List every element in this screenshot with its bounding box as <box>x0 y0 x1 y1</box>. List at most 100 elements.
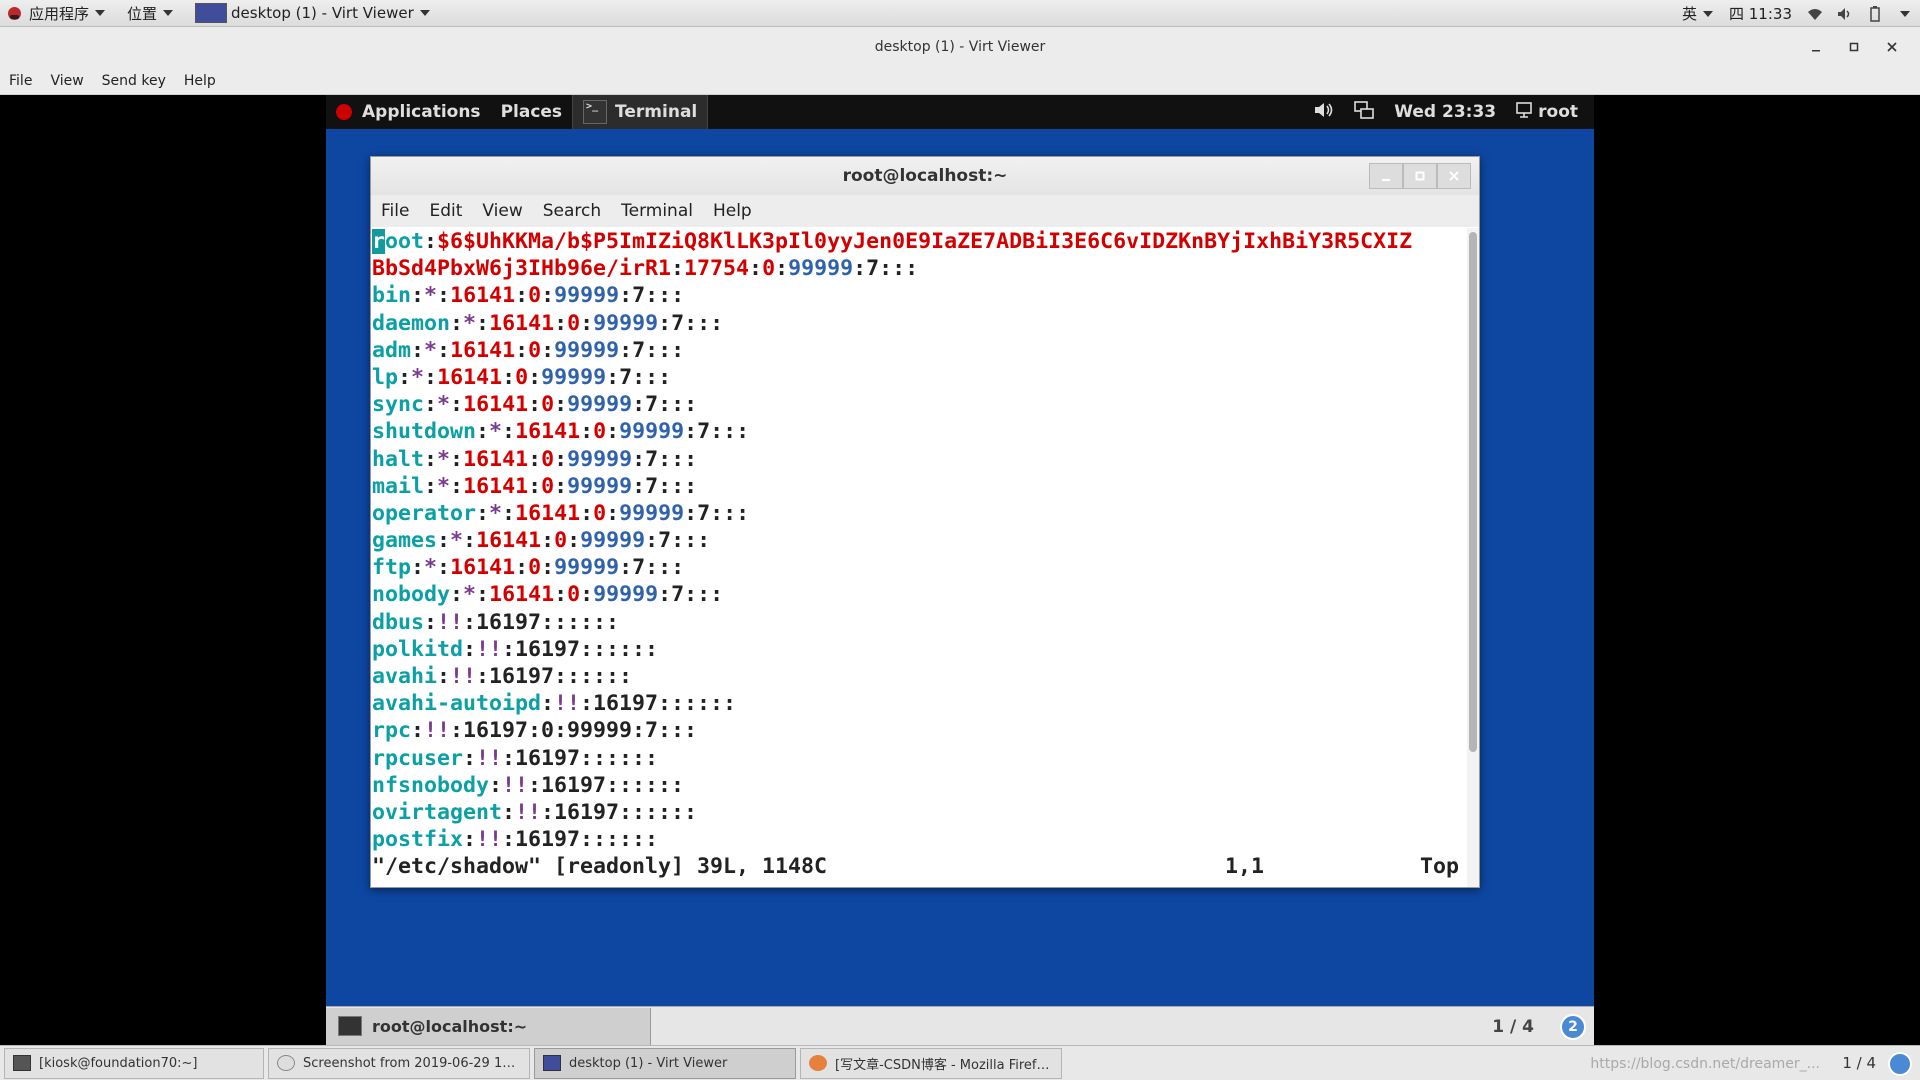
terminal-titlebar[interactable]: root@localhost:~ <box>371 157 1479 195</box>
host-taskbar: [kiosk@foundation70:~] Screenshot from 2… <box>0 1045 1920 1080</box>
shadow-lastchg: 16141 <box>450 555 516 581</box>
shadow-line: dbus:!!:16197:::::: <box>372 609 620 635</box>
shadow-password-field: !! <box>554 691 581 717</box>
shadow-password-field: * <box>437 392 451 418</box>
vv-menu-send-key[interactable]: Send key <box>93 73 175 89</box>
vim-file-info: "/etc/shadow" [readonly] 39L, 1148C <box>372 854 828 880</box>
guest-clock[interactable]: Wed 23:33 <box>1384 95 1506 129</box>
user-icon[interactable] <box>1516 102 1534 122</box>
shadow-username: lp <box>372 364 399 390</box>
vv-menu-file[interactable]: File <box>0 73 41 89</box>
shadow-line: adm:*:16141:0:99999:7::: <box>372 337 685 363</box>
workspace-indicator[interactable]: 1 / 4 <box>1492 1007 1534 1046</box>
vv-menu-view[interactable]: View <box>41 73 92 89</box>
shadow-rest: :16197:::::: <box>476 664 633 689</box>
volume-icon[interactable] <box>1836 6 1854 22</box>
terminal-content[interactable]: root:$6$UhKKMa/b$P5ImIZiQ8KlLK3pIl0yyJen… <box>371 228 1469 887</box>
guest-user-label[interactable]: root <box>1538 102 1584 122</box>
terminal-window[interactable]: root@localhost:~ File Edit View Search T… <box>370 156 1480 888</box>
shadow-password-field: * <box>437 473 451 499</box>
guest-places-menu[interactable]: Places <box>491 95 572 129</box>
terminal-menu-terminal[interactable]: Terminal <box>611 201 703 221</box>
terminal-menu-edit[interactable]: Edit <box>419 201 472 221</box>
shadow-min: 0 <box>541 446 555 472</box>
shadow-password-field: * <box>424 337 438 363</box>
shadow-password-field: * <box>424 555 438 581</box>
shadow-line: rpc:!!:16197:0:99999:7::: <box>372 718 698 744</box>
virt-viewer-menubar: File View Send key Help <box>0 67 1920 95</box>
notification-badge[interactable]: 2 <box>1560 1014 1586 1040</box>
shadow-username: rpcuser <box>372 745 464 771</box>
host-applications-label: 应用程序 <box>29 4 90 23</box>
terminal-menu-view[interactable]: View <box>472 201 532 221</box>
system-menu-icon[interactable] <box>1896 6 1914 22</box>
shadow-line: bin:*:16141:0:99999:7::: <box>372 283 685 309</box>
shadow-tail: :7::: <box>632 392 698 418</box>
wifi-icon[interactable] <box>1806 6 1824 22</box>
virt-viewer-title: desktop (1) - Virt Viewer <box>874 39 1046 55</box>
terminal-maximize-button[interactable] <box>1403 163 1437 189</box>
shadow-password-field: * <box>489 500 503 526</box>
shadow-password-field: !! <box>515 799 542 825</box>
shadow-line: nfsnobody:!!:16197:::::: <box>372 772 685 798</box>
task-screenshot[interactable]: Screenshot from 2019-06-29 1… <box>268 1047 530 1079</box>
shadow-line: games:*:16141:0:99999:7::: <box>372 528 711 554</box>
terminal-title: root@localhost:~ <box>842 166 1008 186</box>
guest-top-panel: Applications Places >_ Terminal Wed 23:3… <box>326 95 1594 129</box>
host-clock-label: 四 11:33 <box>1729 5 1792 23</box>
guest-terminal-label: Terminal <box>615 102 698 122</box>
shadow-password-field: * <box>489 419 503 445</box>
network-icon[interactable] <box>1354 101 1375 123</box>
shadow-username: shutdown <box>372 419 477 445</box>
notification-icon[interactable] <box>1888 1052 1912 1076</box>
shadow-min: 0 <box>515 364 529 390</box>
battery-icon[interactable] <box>1866 5 1884 22</box>
guest-terminal-app[interactable]: >_ Terminal <box>572 95 709 129</box>
task-virt-viewer[interactable]: desktop (1) - Virt Viewer <box>534 1047 796 1079</box>
terminal-minimize-button[interactable] <box>1369 163 1403 189</box>
guest-task-terminal[interactable]: root@localhost:~ <box>326 1007 651 1045</box>
shadow-password-field: !! <box>476 827 503 853</box>
shadow-rest: :16197:::::: <box>528 772 685 798</box>
minimize-button[interactable] <box>1802 37 1830 57</box>
shadow-rest: :16197:::::: <box>541 799 698 825</box>
vim-scroll-position: Top <box>1419 854 1459 880</box>
shadow-min: 0 <box>528 337 542 363</box>
maximize-button[interactable] <box>1840 37 1868 57</box>
guest-applications-menu[interactable]: Applications <box>326 95 491 129</box>
fedora-logo-icon <box>8 6 21 20</box>
host-window-title: desktop (1) - Virt Viewer <box>231 4 414 22</box>
shadow-password-field: !! <box>502 772 529 798</box>
terminal-scrollbar-thumb[interactable] <box>1469 232 1477 752</box>
guest-display[interactable]: Applications Places >_ Terminal Wed 23:3… <box>326 95 1594 1045</box>
shadow-tail: :7::: <box>853 256 919 282</box>
shadow-password-field: * <box>450 528 464 554</box>
shadow-tail: :7::: <box>632 473 698 499</box>
terminal-close-button[interactable] <box>1437 163 1471 189</box>
shadow-min: 0 <box>528 555 542 581</box>
shadow-username: halt <box>372 446 425 472</box>
host-places-menu[interactable]: 位置 <box>119 0 181 27</box>
shadow-username: avahi-autoipd <box>372 691 542 717</box>
host-workspace-pager[interactable]: 1 / 4 <box>1842 1054 1876 1072</box>
shadow-username: avahi <box>372 664 438 689</box>
shadow-username: adm <box>372 337 412 363</box>
shadow-password-field: * <box>424 283 438 309</box>
host-applications-menu[interactable]: 应用程序 <box>0 0 113 27</box>
terminal-menubar: File Edit View Search Terminal Help <box>371 195 1479 227</box>
terminal-menu-search[interactable]: Search <box>533 201 611 221</box>
host-top-panel: 应用程序 位置 desktop (1) - Virt Viewer 英 四 11… <box>0 0 1920 27</box>
input-method-indicator[interactable]: 英 <box>1674 0 1721 27</box>
terminal-menu-help[interactable]: Help <box>703 201 762 221</box>
host-window-menu[interactable]: desktop (1) - Virt Viewer <box>187 0 438 27</box>
terminal-menu-file[interactable]: File <box>371 201 419 221</box>
task-kiosk-terminal[interactable]: [kiosk@foundation70:~] <box>4 1047 264 1079</box>
vv-menu-help[interactable]: Help <box>175 73 225 89</box>
volume-icon[interactable] <box>1314 102 1334 122</box>
close-button[interactable] <box>1878 37 1906 57</box>
terminal-icon: >_ <box>583 100 608 124</box>
host-clock[interactable]: 四 11:33 <box>1721 0 1800 27</box>
task-firefox[interactable]: [写文章-CSDN博客 - Mozilla Firef… <box>800 1047 1062 1079</box>
guest-places-label: Places <box>500 102 563 122</box>
terminal-scrollbar[interactable] <box>1467 228 1479 887</box>
